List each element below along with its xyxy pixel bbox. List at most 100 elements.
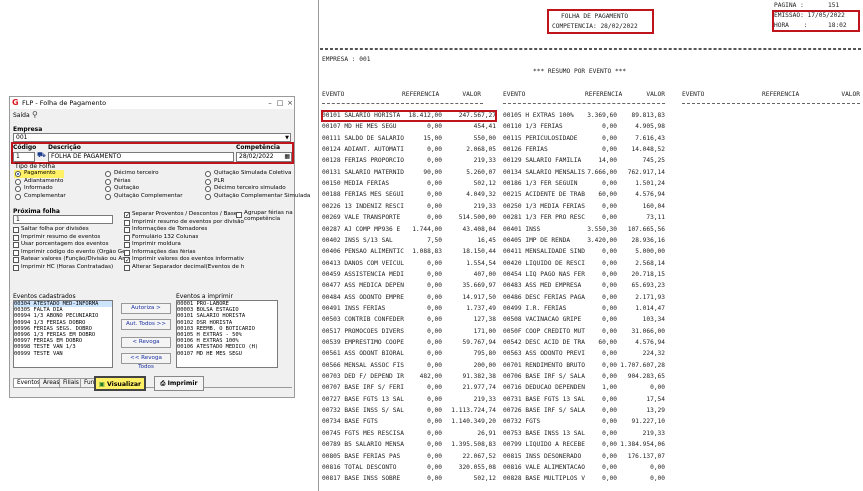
left-checks-checkbox-5[interactable] xyxy=(13,264,19,271)
table-cell: 762.917,14 xyxy=(627,168,665,176)
dialog-titlebar[interactable]: G FLP - Folha de Pagamento – □ × xyxy=(10,97,294,109)
minimize-icon[interactable]: – xyxy=(265,98,275,108)
table-cell: 2.568,14 xyxy=(635,259,665,267)
eventos-imprimir-list[interactable]: 00001 PRO-LABORE 00003 BOLSA ESTAGIO 00101… xyxy=(176,300,278,368)
table-cell: 1.113.724,74 xyxy=(451,407,496,415)
right-checks-label-7: Alterar Separador decimal(Eventos de hor… xyxy=(132,263,244,270)
table-cell: 43.408,04 xyxy=(462,225,496,233)
table-cell: 176.137,07 xyxy=(627,452,665,460)
table-cell: 0,00 xyxy=(650,475,665,483)
table-cell: 0,00 xyxy=(427,429,442,437)
table-cell: 91.382,38 xyxy=(462,373,496,381)
left-checks-checkbox-1[interactable] xyxy=(13,234,19,241)
table-cell: 454,41 xyxy=(473,123,496,131)
table-cell: 00815 INSS DESONERADO xyxy=(503,452,582,460)
revoga-todos-button[interactable]: << Revoga Todos xyxy=(121,353,171,370)
right-checks-checkbox-7[interactable] xyxy=(124,264,130,271)
left-checks-checkbox-3[interactable] xyxy=(13,249,19,256)
right-checks-checkbox-0[interactable]: ✓ xyxy=(124,212,130,219)
close-icon[interactable]: × xyxy=(285,98,295,108)
search-icon[interactable]: ⚲ xyxy=(32,111,38,119)
right-checks-checkbox-5[interactable] xyxy=(124,249,130,256)
right-checks-checkbox-3[interactable] xyxy=(124,234,130,241)
table-cell: 320.055,08 xyxy=(458,463,496,471)
right-checks-checkbox-4[interactable] xyxy=(124,242,130,248)
table-cell: 00281 1/3 FER PRO RESC xyxy=(503,214,585,222)
eye-icon: ▣ xyxy=(98,381,105,388)
empresa-select[interactable]: 001 ▼ xyxy=(13,133,291,142)
list-item[interactable]: 00107 MD HE MES SEGU xyxy=(177,351,277,357)
tipo-folha-radio-7[interactable] xyxy=(105,193,111,200)
right-checks-checkbox-1[interactable] xyxy=(124,219,130,226)
autoriza-button[interactable]: Autoriza > xyxy=(121,303,171,314)
imprimir-button[interactable]: ⎙ Imprimir xyxy=(154,376,204,391)
right-checks-checkbox-6[interactable]: ✓ xyxy=(124,257,130,264)
chevron-down-icon[interactable]: ▼ xyxy=(285,134,289,141)
right-checks-label-3: Formulário 132 Colunas xyxy=(132,233,199,240)
proxima-folha-label: Próxima folha xyxy=(13,208,60,215)
table-cell: 0,00 xyxy=(602,180,617,188)
left-checks-checkbox-4[interactable] xyxy=(13,257,19,263)
tipo-folha-radio-0[interactable] xyxy=(15,171,21,177)
table-cell: 0,00 xyxy=(427,395,442,403)
tipo-folha-radio-9[interactable] xyxy=(205,178,211,185)
table-cell: 00459 ASSISTENCIA MEDIC xyxy=(322,270,404,278)
table-cell: 00566 MENSAL ASSOC FISC xyxy=(322,361,404,369)
tipo-folha-radio-2[interactable] xyxy=(15,186,21,192)
tipo-folha-radio-6[interactable] xyxy=(105,186,111,192)
table-cell: 0,00 xyxy=(602,373,617,381)
tipo-folha-label-3: Complementar xyxy=(24,192,66,199)
table-cell: 28.936,16 xyxy=(631,236,665,244)
table-cell: 00406 PENSAO ALIMENTICI xyxy=(322,248,404,256)
table-cell: 0,00 xyxy=(427,316,442,324)
tipo-folha-radio-4[interactable] xyxy=(105,171,111,177)
revoga-button[interactable]: < Revoga xyxy=(121,337,171,348)
table-cell: 7,50 xyxy=(427,236,442,244)
table-cell: 00486 DESC FERIAS PAGAS xyxy=(503,293,585,301)
aut-todos-button[interactable]: Aut. Todos >> xyxy=(121,319,171,330)
table-cell: 00402 INSS S/13 SAL xyxy=(322,236,393,244)
agrupar-checkbox[interactable] xyxy=(236,212,242,218)
report-column-header-7: REFERENCIA xyxy=(762,91,800,98)
tipo-folha-label-2: Informado xyxy=(24,185,53,191)
highlight-box-first-row xyxy=(321,110,497,122)
eventos-cadastrados-list[interactable]: 00304 ATESTADO MED-INFORMA 00305 FALTA DI… xyxy=(13,300,113,368)
table-cell: 107.665,56 xyxy=(627,225,665,233)
left-checks-checkbox-2[interactable] xyxy=(13,242,19,248)
tipo-folha-radio-10[interactable] xyxy=(205,186,211,192)
table-cell: 00226 13 INDENIZ RESCIS xyxy=(322,202,404,210)
right-checks-label-6: Imprimir valores dos eventos informativo… xyxy=(132,256,244,262)
table-cell: 219,33 xyxy=(642,429,665,437)
tipo-folha-radio-5[interactable] xyxy=(105,178,111,185)
table-cell: 00508 VACINACAO GRIPE xyxy=(503,316,582,324)
table-cell: 00105 H EXTRAS 100% xyxy=(503,112,574,119)
tipo-folha-label-4: Décimo terceiro xyxy=(114,170,159,176)
table-cell: 2.068,05 xyxy=(466,146,496,154)
table-cell: 0,00 xyxy=(602,452,617,460)
report-top-rule xyxy=(320,48,861,50)
menu-saida[interactable]: Saída xyxy=(13,112,30,119)
table-cell: 0,00 xyxy=(602,429,617,437)
table-cell: 60,00 xyxy=(598,191,617,199)
right-checks-checkbox-2[interactable] xyxy=(124,227,130,233)
table-cell: 00542 DESC ACID DE TRAB xyxy=(503,339,585,346)
list-item[interactable]: 00994 1/3 ABONO PECUNIARIO xyxy=(14,313,112,319)
right-checks-label-4: Imprimir moldura xyxy=(132,241,181,247)
empresa-label: Empresa xyxy=(13,126,43,133)
table-cell: 4.049,32 xyxy=(466,191,496,199)
tipo-folha-radio-3[interactable] xyxy=(15,193,21,200)
proxima-folha-field[interactable]: 1 xyxy=(13,215,113,224)
visualizar-button[interactable]: ▣ Visualizar xyxy=(94,376,146,391)
list-item[interactable]: 00999 TESTE VAN xyxy=(14,351,112,357)
table-cell: 2.171,93 xyxy=(635,293,665,301)
table-cell: 0,00 xyxy=(427,123,442,131)
left-checks-checkbox-0[interactable] xyxy=(13,227,19,233)
table-cell: 21.977,74 xyxy=(462,384,496,392)
header-rule-2 xyxy=(503,103,665,104)
tipo-folha-radio-1[interactable] xyxy=(15,178,21,185)
tipo-folha-radio-11[interactable] xyxy=(205,193,211,200)
table-cell: 1.088,83 xyxy=(412,248,442,256)
maximize-icon[interactable]: □ xyxy=(275,98,285,108)
table-cell: 00110 1/3 FERIAS xyxy=(503,123,563,131)
tipo-folha-radio-8[interactable] xyxy=(205,171,211,177)
